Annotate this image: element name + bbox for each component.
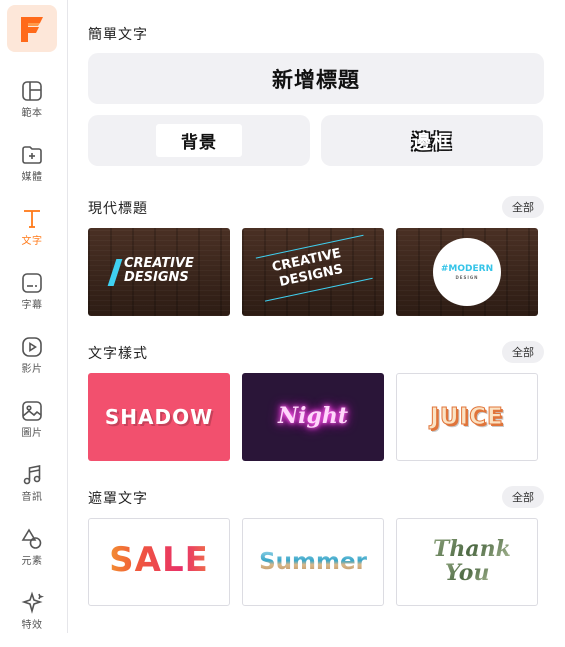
text-styles-all-button[interactable]: 全部 [502, 341, 544, 363]
text-style-card-juice[interactable]: JUICE [396, 373, 538, 461]
section-title-simple-text: 簡單文字 [88, 27, 148, 43]
card-text-line1: CREATIVE [124, 256, 194, 271]
modern-title-card[interactable]: CREATIVE DESIGNS [88, 228, 230, 316]
template-icon [22, 81, 42, 101]
sidebar-item-label: 音訊 [21, 492, 43, 503]
card-text: JUICE [430, 404, 504, 431]
logo-f-icon [21, 16, 43, 42]
modern-title-card[interactable]: CREATIVE DESIGNS [242, 228, 384, 316]
section-title-text-styles: 文字樣式 [88, 346, 148, 362]
music-note-icon [23, 465, 41, 485]
add-title-button[interactable]: 新增標題 [88, 53, 544, 104]
sidebar-item-label: 字幕 [21, 300, 43, 311]
background-chip-label: 背景 [156, 124, 242, 157]
card-text-line2: DESIGNS [124, 270, 189, 285]
modern-titles-all-button[interactable]: 全部 [502, 196, 544, 218]
sidebar-item-media[interactable]: 媒體 [0, 143, 64, 199]
sidebar: 範本 媒體 文字 字幕 影片 圖片 音訊 元素 特效 [0, 0, 68, 633]
masked-text-card-summer[interactable]: Summer [242, 518, 384, 606]
text-icon [24, 210, 40, 228]
card-text: SHADOW [104, 405, 214, 429]
border-text-label: 邊框 [411, 131, 452, 153]
text-panel: 簡單文字 新增標題 背景 邊框 現代標題 全部 CREATIVE DESIGNS… [88, 0, 544, 633]
sidebar-item-label: 影片 [21, 364, 43, 375]
card-text: SALE [89, 540, 229, 580]
sidebar-item-templates[interactable]: 範本 [0, 79, 64, 135]
image-icon [22, 401, 42, 421]
border-text-button[interactable]: 邊框 [321, 115, 543, 166]
app-logo[interactable] [7, 5, 57, 52]
cyan-bar-decoration [107, 259, 123, 286]
sidebar-item-effects[interactable]: 特效 [0, 591, 64, 647]
sidebar-item-label: 範本 [21, 108, 43, 119]
card-text: Summer [243, 549, 383, 575]
sidebar-item-video[interactable]: 影片 [0, 335, 64, 391]
sidebar-item-elements[interactable]: 元素 [0, 527, 64, 583]
background-text-button[interactable]: 背景 [88, 115, 310, 166]
masked-text-card-thank-you[interactable]: Thank You [396, 518, 538, 606]
card-text-line1: Thank [433, 536, 511, 562]
folder-plus-icon [22, 146, 42, 164]
masked-text-card-sale[interactable]: SALE [88, 518, 230, 606]
text-style-card-shadow[interactable]: SHADOW [88, 373, 230, 461]
sidebar-item-label: 媒體 [21, 172, 43, 183]
sidebar-item-subtitles[interactable]: 字幕 [0, 271, 64, 327]
section-title-masked-text: 遮罩文字 [88, 491, 148, 507]
sidebar-item-audio[interactable]: 音訊 [0, 463, 64, 519]
sidebar-item-label: 圖片 [21, 428, 43, 439]
text-style-card-night[interactable]: Night [242, 373, 384, 461]
modern-title-card[interactable]: #MODERN DESIGN [396, 228, 538, 316]
rotated-text-group: CREATIVE DESIGNS [244, 228, 382, 316]
sidebar-item-label: 文字 [21, 236, 43, 247]
sidebar-item-label: 元素 [21, 556, 43, 567]
sidebar-item-images[interactable]: 圖片 [0, 399, 64, 455]
card-text-line2: DESIGN [455, 275, 479, 280]
sidebar-item-label: 特效 [21, 620, 43, 631]
shapes-icon [21, 528, 42, 549]
sidebar-item-text[interactable]: 文字 [0, 207, 64, 263]
masked-text-all-button[interactable]: 全部 [502, 486, 544, 508]
subtitle-icon [22, 273, 42, 293]
card-text-line1: #MODERN [440, 264, 494, 274]
sparkle-icon [21, 591, 44, 614]
card-text-line2: You [445, 560, 490, 586]
play-circle-icon [22, 337, 42, 357]
section-title-modern-titles: 現代標題 [88, 201, 148, 217]
card-text: Night [277, 403, 348, 429]
